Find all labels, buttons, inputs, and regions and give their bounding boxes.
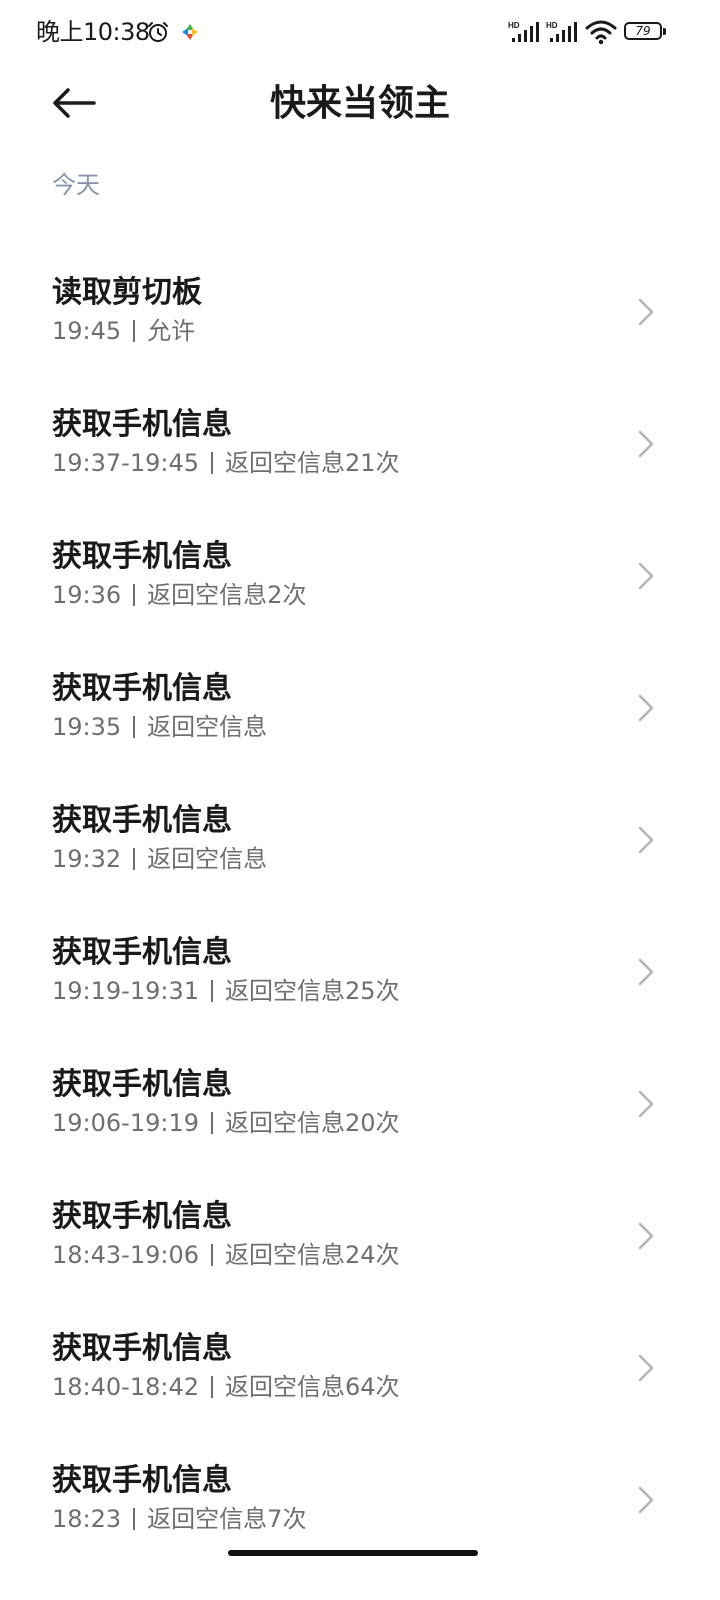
list-item[interactable]: 获取手机信息 18:23 返回空信息7次: [0, 1433, 720, 1565]
record-result: 返回空信息7次: [147, 1505, 307, 1533]
record-time: 18:43-19:06: [52, 1241, 199, 1269]
list-item[interactable]: 获取手机信息 19:32 返回空信息: [0, 773, 720, 905]
separator: [133, 584, 136, 606]
section-date-label: 今天: [52, 171, 100, 199]
separator: [133, 716, 136, 738]
record-meta: 18:23 返回空信息7次: [52, 1503, 306, 1535]
record-result: 返回空信息: [147, 713, 268, 741]
list-item[interactable]: 获取手机信息 19:35 返回空信息: [0, 641, 720, 773]
permission-record-list: 读取剪切板 19:45 允许 获取手机信息 19:37-19:45 返回空信息21次…: [0, 245, 720, 1565]
list-item[interactable]: 获取手机信息 18:43-19:06 返回空信息24次: [0, 1169, 720, 1301]
record-title: 获取手机信息: [52, 803, 232, 838]
list-item[interactable]: 获取手机信息 19:36 返回空信息2次: [0, 509, 720, 641]
battery-icon: 79: [624, 22, 668, 42]
record-meta: 19:06-19:19 返回空信息20次: [52, 1107, 400, 1139]
signal-hd-label: HD: [546, 21, 558, 30]
record-title: 获取手机信息: [52, 671, 232, 706]
separator: [133, 1508, 136, 1530]
record-time: 19:37-19:45: [52, 449, 199, 477]
record-title: 获取手机信息: [52, 1199, 232, 1234]
record-meta: 19:36 返回空信息2次: [52, 579, 306, 611]
record-meta: 19:35 返回空信息: [52, 711, 267, 743]
chevron-right-icon: [638, 1354, 654, 1382]
chevron-right-icon: [638, 562, 654, 590]
record-time: 19:06-19:19: [52, 1109, 199, 1137]
record-result: 返回空信息21次: [225, 449, 400, 477]
cellular-signal-icon: HD: [546, 21, 577, 42]
record-result: 返回空信息64次: [225, 1373, 400, 1401]
separator: [211, 1112, 213, 1134]
record-result: 返回空信息25次: [225, 977, 400, 1005]
record-meta: 19:19-19:31 返回空信息25次: [52, 975, 400, 1007]
record-meta: 18:40-18:42 返回空信息64次: [52, 1371, 400, 1403]
chevron-right-icon: [638, 1222, 654, 1250]
record-result: 允许: [147, 317, 196, 345]
record-time: 18:23: [52, 1505, 122, 1533]
record-time: 19:32: [52, 845, 122, 873]
cellular-signal-icon: HD: [508, 21, 539, 42]
record-title: 获取手机信息: [52, 407, 232, 442]
app-notification-icon: [182, 24, 198, 40]
separator: [133, 320, 136, 342]
chevron-right-icon: [638, 298, 654, 326]
record-title: 获取手机信息: [52, 1331, 232, 1366]
list-item[interactable]: 获取手机信息 18:40-18:42 返回空信息64次: [0, 1301, 720, 1433]
record-time: 18:40-18:42: [52, 1373, 199, 1401]
separator: [211, 452, 213, 474]
status-time: 晚上10:38: [36, 18, 150, 46]
record-title: 读取剪切板: [52, 275, 202, 310]
record-time: 19:35: [52, 713, 122, 741]
list-item[interactable]: 读取剪切板 19:45 允许: [0, 245, 720, 377]
list-item[interactable]: 获取手机信息 19:06-19:19 返回空信息20次: [0, 1037, 720, 1169]
record-result: 返回空信息20次: [225, 1109, 400, 1137]
record-time: 19:19-19:31: [52, 977, 199, 1005]
list-item[interactable]: 获取手机信息 19:37-19:45 返回空信息21次: [0, 377, 720, 509]
chevron-right-icon: [638, 958, 654, 986]
record-result: 返回空信息2次: [147, 581, 307, 609]
page-title: 快来当领主: [269, 83, 450, 124]
record-title: 获取手机信息: [52, 1463, 232, 1498]
record-meta: 19:37-19:45 返回空信息21次: [52, 447, 400, 479]
record-meta: 18:43-19:06 返回空信息24次: [52, 1239, 400, 1271]
record-title: 获取手机信息: [52, 539, 232, 574]
separator: [211, 980, 213, 1002]
record-meta: 19:45 允许: [52, 315, 195, 347]
record-result: 返回空信息: [147, 845, 268, 873]
record-result: 返回空信息24次: [225, 1241, 400, 1269]
separator: [133, 848, 136, 870]
record-meta: 19:32 返回空信息: [52, 843, 267, 875]
record-title: 获取手机信息: [52, 935, 232, 970]
alarm-clock-icon: [148, 22, 168, 42]
signal-hd-label: HD: [508, 21, 520, 30]
chevron-right-icon: [638, 1090, 654, 1118]
chevron-right-icon: [638, 1486, 654, 1514]
header: 快来当领主: [0, 64, 720, 144]
record-time: 19:45: [52, 317, 122, 345]
record-title: 获取手机信息: [52, 1067, 232, 1102]
record-time: 19:36: [52, 581, 122, 609]
list-item[interactable]: 获取手机信息 19:19-19:31 返回空信息25次: [0, 905, 720, 1037]
wifi-icon: [585, 20, 617, 45]
separator: [211, 1244, 213, 1266]
home-indicator[interactable]: [228, 1550, 478, 1556]
status-bar: 晚上10:38 HD HD 79: [0, 0, 720, 64]
chevron-right-icon: [638, 694, 654, 722]
chevron-right-icon: [638, 826, 654, 854]
chevron-right-icon: [638, 430, 654, 458]
battery-level: 79: [635, 24, 651, 38]
separator: [211, 1376, 213, 1398]
